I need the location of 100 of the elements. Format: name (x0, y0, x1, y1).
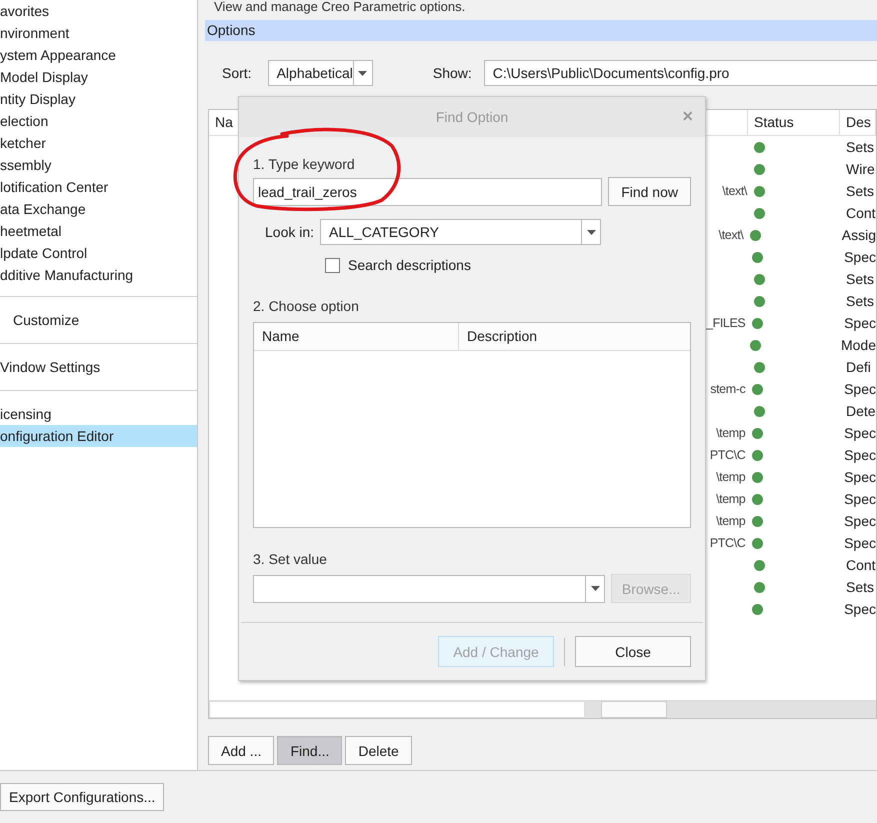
sidebar-item[interactable]: dditive Manufacturing (0, 264, 197, 286)
toolbar-button[interactable]: Delete (345, 736, 412, 765)
export-button[interactable]: Export Configurations... (0, 783, 164, 811)
keyword-field[interactable]: lead_trail_zeros (253, 178, 602, 206)
table-cell: Sets (846, 271, 874, 287)
sidebar-item[interactable]: onfiguration Editor (0, 425, 197, 447)
caret-icon (586, 230, 596, 234)
table-cell: \temp (716, 426, 746, 440)
status-dot-icon (754, 186, 765, 196)
status-dot-icon (752, 450, 764, 460)
sort-dropdown[interactable]: Alphabetical (268, 60, 373, 86)
table-cell: Spec (844, 249, 876, 265)
header-text: View and manage Creo Parametric options. (213, 0, 466, 16)
table-cell: Cont (846, 557, 876, 573)
column-header[interactable]: Status (748, 110, 840, 135)
table-cell: Sets (846, 579, 874, 595)
value-dropdown[interactable] (253, 574, 606, 602)
scrollbar[interactable] (209, 701, 585, 718)
status-dot-icon (752, 494, 764, 504)
section-header: Options (205, 20, 877, 41)
sidebar-item[interactable]: Customize (0, 309, 197, 331)
status-dot-icon (752, 538, 764, 548)
table-cell: \text\ (718, 228, 744, 242)
table-cell: Sets (846, 183, 874, 199)
status-dot-icon (754, 560, 765, 570)
step-label: 3. Set value (253, 550, 328, 569)
show-label: Show: (432, 65, 472, 81)
table-cell: _FILES (706, 316, 746, 330)
table-cell: Spec (844, 447, 876, 463)
table-cell: Cont (846, 205, 876, 221)
status-dot-icon (754, 164, 765, 174)
sidebar-item[interactable]: heetmetal (0, 220, 197, 242)
table-cell: PTC\C (710, 536, 746, 550)
table-cell: PTC\C (710, 448, 746, 462)
status-dot-icon (752, 318, 764, 328)
column-header[interactable]: Description (459, 323, 690, 350)
close-button[interactable]: Close (575, 636, 691, 667)
table-cell: Spec (844, 601, 876, 617)
sidebar-item[interactable]: icensing (0, 403, 197, 425)
table-cell: \temp (716, 492, 746, 506)
table-cell: Spec (844, 535, 876, 551)
step-label: 2. Choose option (253, 297, 360, 316)
table-cell: \temp (716, 514, 746, 528)
table-cell: \text\ (722, 184, 747, 198)
step-label: 1. Type keyword (253, 155, 356, 174)
table-cell: Dete (846, 403, 876, 419)
table-cell: Spec (844, 469, 876, 485)
table-cell: stem-c (710, 382, 746, 396)
status-dot-icon (752, 428, 764, 438)
status-dot-icon (754, 362, 765, 372)
sidebar-item[interactable]: ystem Appearance (0, 44, 197, 66)
column-header[interactable]: Des (840, 110, 876, 135)
status-dot-icon (754, 142, 765, 152)
table-cell: Spec (844, 491, 876, 507)
table-cell: Defi (846, 359, 871, 375)
scrollbar[interactable] (585, 701, 876, 718)
table-cell: Spec (844, 381, 876, 397)
sidebar-item[interactable]: nvironment (0, 22, 197, 44)
status-dot-icon (752, 516, 764, 526)
caret-icon (358, 70, 368, 76)
sidebar-item[interactable]: ata Exchange (0, 198, 197, 220)
category-dropdown[interactable]: ALL_CATEGORY (320, 219, 602, 245)
show-dropdown[interactable]: C:\Users\Public\Documents\config.pro (484, 60, 877, 86)
sidebar-item[interactable]: ssembly (0, 154, 197, 176)
status-dot-icon (750, 230, 762, 240)
sidebar-item[interactable]: avorites (0, 0, 197, 22)
toolbar-button[interactable]: Add ... (208, 736, 274, 765)
table-cell: Sets (846, 293, 874, 309)
sidebar-item[interactable]: ketcher (0, 132, 197, 154)
table-cell: Mode (840, 337, 876, 353)
sidebar-item[interactable]: Vindow Settings (0, 356, 197, 378)
table-cell: Sets (846, 139, 874, 155)
sidebar-item[interactable]: lpdate Control (0, 242, 197, 264)
status-dot-icon (752, 384, 764, 394)
caret-icon (590, 586, 600, 591)
table-cell: Spec (844, 425, 876, 441)
dialog-title: Find Option (436, 109, 508, 125)
table-cell: Spec (844, 513, 876, 529)
status-dot-icon (754, 296, 765, 306)
checkbox-label: Search descriptions (348, 257, 471, 273)
sidebar-item[interactable]: ntity Display (0, 88, 197, 110)
sidebar-item[interactable]: election (0, 110, 197, 132)
toolbar-button[interactable]: Find... (277, 736, 342, 765)
status-dot-icon (750, 340, 761, 350)
status-dot-icon (752, 472, 764, 482)
status-dot-icon (752, 604, 764, 614)
table-cell: Wire (846, 161, 875, 177)
status-dot-icon (754, 406, 765, 416)
status-dot-icon (754, 274, 765, 284)
table-cell: \temp (716, 470, 746, 484)
status-dot-icon (754, 582, 765, 592)
look-in-label: Look in: (265, 224, 314, 240)
checkbox[interactable] (325, 258, 340, 272)
find-now-button[interactable]: Find now (608, 177, 691, 206)
status-dot-icon (752, 252, 764, 262)
column-header[interactable]: Name (254, 323, 459, 350)
sidebar-item[interactable]: Model Display (0, 66, 197, 88)
sidebar-item[interactable]: lotification Center (0, 176, 197, 198)
table-cell: Assig (842, 227, 876, 243)
status-dot-icon (754, 208, 765, 218)
